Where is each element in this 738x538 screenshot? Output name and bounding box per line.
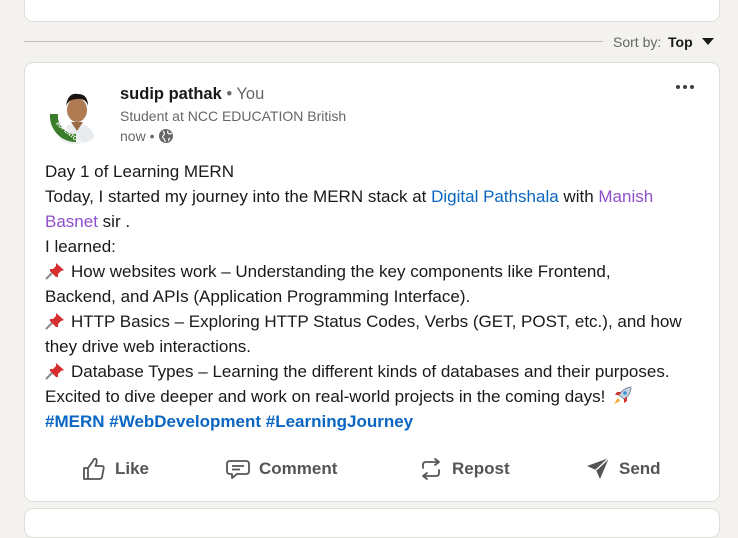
post-actions: Like Comment Repost Send <box>25 451 721 487</box>
post-line-4: I learned: <box>45 237 116 256</box>
previous-post-card <box>24 0 720 22</box>
like-button[interactable]: Like <box>81 451 149 487</box>
author-name[interactable]: sudip pathak <box>120 85 222 103</box>
hashtag-webdevelopment[interactable]: #WebDevelopment <box>109 412 261 431</box>
thumbs-up-icon <box>83 457 105 480</box>
author-you-badge: • You <box>226 85 265 103</box>
post-line-10: Excited to dive deeper and work on real-… <box>45 384 701 409</box>
post-card: #OPENTOWORK sudip pathak • You Student a… <box>24 62 720 502</box>
post-time: now • <box>120 128 155 144</box>
like-label: Like <box>115 459 150 478</box>
repost-label: Repost <box>452 459 510 478</box>
pushpin-icon <box>45 313 64 330</box>
comment-icon <box>226 460 250 479</box>
globe-icon <box>159 129 174 143</box>
sort-control[interactable]: Sort by: Top <box>24 32 720 52</box>
post-line-1: Day 1 of Learning MERN <box>45 162 234 181</box>
next-post-card <box>24 508 720 538</box>
post-line-9: Database Types – Learning the different … <box>45 359 701 384</box>
mention-manish-basnet-cont[interactable]: Basnet <box>45 212 98 231</box>
send-button[interactable]: Send <box>585 451 661 487</box>
post-line-3: Basnet sir . <box>45 212 131 231</box>
author-block: sudip pathak • You Student at NCC EDUCAT… <box>120 84 346 146</box>
rocket-icon <box>614 386 632 404</box>
comment-button[interactable]: Comment <box>225 451 337 487</box>
sort-divider <box>24 41 603 42</box>
post-time-row: now • <box>120 126 346 146</box>
repost-button[interactable]: Repost <box>418 451 510 487</box>
author-headline: Student at NCC EDUCATION British <box>120 108 347 124</box>
hashtag-mern[interactable]: #MERN <box>45 412 105 431</box>
pushpin-icon <box>45 263 64 280</box>
hashtag-learningjourney[interactable]: #LearningJourney <box>266 412 413 431</box>
sort-label: Sort by: <box>613 34 662 50</box>
post-line-2: Today, I started my journey into the MER… <box>45 187 654 206</box>
profile-photo: #OPENTOWORK <box>46 84 106 144</box>
avatar[interactable]: #OPENTOWORK <box>46 84 106 144</box>
mention-digital-pathshala[interactable]: Digital Pathshala <box>431 187 559 206</box>
post-hashtags: #MERN #WebDevelopment #LearningJourney <box>45 409 701 434</box>
send-label: Send <box>619 459 661 478</box>
post-line-7: HTTP Basics – Exploring HTTP Status Code… <box>45 309 701 334</box>
pushpin-icon <box>45 363 64 380</box>
mention-manish-basnet[interactable]: Manish <box>598 187 653 206</box>
repost-icon <box>422 458 440 480</box>
caret-down-icon[interactable] <box>702 38 714 45</box>
send-icon <box>587 457 610 479</box>
post-body: Day 1 of Learning MERN Today, I started … <box>45 159 701 434</box>
more-options-button[interactable] <box>675 79 695 95</box>
post-line-8: they drive web interactions. <box>45 337 251 356</box>
comment-label: Comment <box>259 459 338 478</box>
post-line-6: Backend, and APIs (Application Programmi… <box>45 287 471 306</box>
more-horizontal-icon <box>676 85 680 89</box>
sort-value[interactable]: Top <box>668 34 693 50</box>
post-line-5: How websites work – Understanding the ke… <box>45 259 701 284</box>
